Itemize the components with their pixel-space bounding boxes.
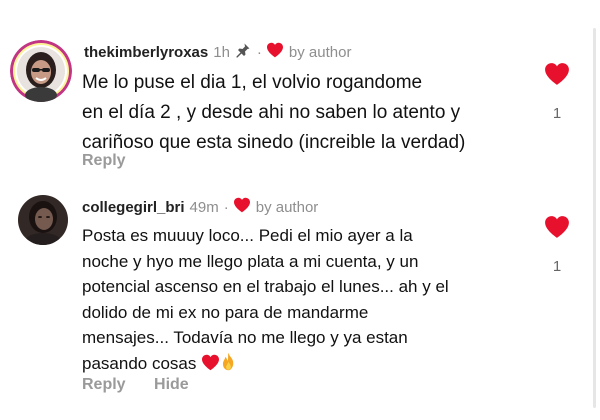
comment-line: pasando cosas bbox=[82, 353, 197, 373]
comment-meta: thekimberlyroxas 1h · by author bbox=[84, 42, 351, 63]
comment-line: Me lo puse el dia 1, el volvio rogandome bbox=[82, 72, 423, 93]
comment-2: collegegirl_bri 49m · by author Posta es… bbox=[0, 185, 600, 420]
comment-line: Posta es muuuy loco... Pedi el mio ayer … bbox=[82, 226, 413, 245]
comment-line: noche y hyo me llego plata a mi cuenta, … bbox=[82, 251, 419, 271]
comment-actions: Reply Hide bbox=[82, 376, 189, 394]
timestamp: 1h bbox=[213, 43, 230, 61]
username[interactable]: collegegirl_bri bbox=[82, 199, 185, 217]
comment-line: potencial ascenso en el trabajo el lunes… bbox=[82, 277, 449, 296]
avatar[interactable] bbox=[10, 40, 72, 102]
comment-line: mensajes... Todavía no me llego y ya est… bbox=[82, 328, 408, 347]
heart-icon bbox=[233, 197, 251, 218]
fire-icon bbox=[220, 352, 237, 379]
hide-button[interactable]: Hide bbox=[154, 376, 189, 393]
like-column: 1 bbox=[540, 62, 574, 122]
like-count: 1 bbox=[552, 105, 562, 122]
like-column: 1 bbox=[540, 215, 574, 275]
comment-text: Posta es muuuy loco... Pedi el mio ayer … bbox=[82, 223, 449, 378]
author-label: by author bbox=[288, 43, 352, 61]
comment-line: cariñoso que esta sinedo (increible la v… bbox=[82, 132, 466, 153]
comment-meta: collegegirl_bri 49m · by author bbox=[82, 197, 318, 218]
reply-button[interactable]: Reply bbox=[82, 376, 126, 393]
comment-line-last: pasando cosas bbox=[82, 351, 449, 379]
timestamp: 49m bbox=[189, 198, 219, 216]
comment-1: thekimberlyroxas 1h · by author Me lo pu… bbox=[0, 0, 600, 180]
heart-icon bbox=[266, 42, 284, 63]
heart-icon bbox=[201, 353, 220, 379]
comment-actions: Reply bbox=[82, 152, 126, 170]
heart-icon[interactable] bbox=[540, 62, 574, 91]
reply-button[interactable]: Reply bbox=[82, 152, 126, 169]
pin-icon bbox=[235, 42, 251, 63]
author-label: by author bbox=[255, 198, 319, 216]
comment-line: dolido de mi ex no para de mandarme bbox=[82, 302, 369, 322]
comment-text: Me lo puse el dia 1, el volvio rogandome… bbox=[82, 68, 465, 158]
avatar[interactable] bbox=[18, 195, 68, 245]
like-count: 1 bbox=[552, 258, 562, 275]
comment-line: en el día 2 , y desde ahi no saben lo at… bbox=[82, 102, 461, 123]
scrollbar[interactable] bbox=[593, 28, 596, 408]
separator: · bbox=[223, 198, 229, 216]
separator: · bbox=[256, 43, 262, 61]
username[interactable]: thekimberlyroxas bbox=[84, 44, 208, 62]
heart-icon[interactable] bbox=[540, 215, 574, 244]
